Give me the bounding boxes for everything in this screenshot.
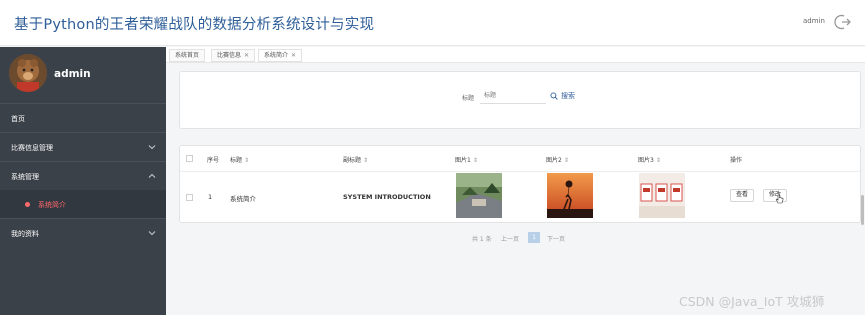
search-button-label: 搜索: [561, 92, 575, 100]
search-panel: 标题 搜索: [179, 71, 861, 129]
sidebar-item-system[interactable]: 系统管理: [0, 161, 166, 190]
sidebar-user-name: admin: [54, 68, 91, 80]
tab-system-home[interactable]: 系统首页: [169, 49, 206, 62]
logout-icon[interactable]: [834, 13, 852, 31]
select-all-checkbox[interactable]: [186, 155, 193, 162]
tab-label: 系统简介: [264, 52, 289, 59]
sidebar-item-home[interactable]: 首页: [0, 103, 166, 132]
active-dot-icon: [25, 202, 30, 207]
column-header-subtitle[interactable]: 副标题 ⇕: [343, 155, 368, 164]
pagination-total: 共 1 条: [472, 236, 492, 243]
tab-system-intro[interactable]: 系统简介 ✕: [258, 49, 303, 62]
view-button[interactable]: 查看: [730, 189, 755, 202]
sort-icon[interactable]: ⇕: [656, 157, 661, 164]
column-header-image1[interactable]: 图片1 ⇕: [455, 155, 478, 164]
scrollbar[interactable]: [861, 195, 864, 225]
sort-icon[interactable]: ⇕: [244, 157, 249, 164]
row-image1-thumbnail[interactable]: [456, 173, 502, 218]
sort-icon[interactable]: ⇕: [363, 157, 368, 164]
row-image3-thumbnail[interactable]: [639, 173, 685, 218]
top-header: 基于Python的王者荣耀战队的数据分析系统设计与实现 admin: [0, 0, 865, 46]
search-button[interactable]: 搜索: [550, 88, 582, 104]
close-icon[interactable]: ✕: [244, 52, 249, 59]
close-icon[interactable]: ✕: [291, 52, 296, 59]
header-divider: [180, 171, 860, 172]
column-header-index: 序号: [207, 157, 220, 164]
sidebar-item-system-intro[interactable]: 系统简介: [0, 190, 166, 218]
row-subtitle: SYSTEM INTRODUCTION: [343, 193, 431, 201]
sidebar-item-label: 比赛信息管理: [11, 144, 53, 152]
pagination-next[interactable]: 下一页: [547, 234, 565, 243]
tab-label: 比赛信息: [217, 52, 242, 59]
pagination-current-page[interactable]: 1: [528, 232, 540, 243]
search-icon: [550, 92, 558, 100]
tab-label: 系统首页: [175, 52, 200, 59]
column-header-image3[interactable]: 图片3 ⇕: [638, 155, 661, 164]
sidebar-item-match-info[interactable]: 比赛信息管理: [0, 132, 166, 161]
avatar: [9, 54, 47, 92]
sort-icon[interactable]: ⇕: [564, 157, 569, 164]
top-user-label[interactable]: admin: [803, 17, 825, 25]
sidebar-item-label: 我的资料: [11, 230, 39, 238]
row-checkbox[interactable]: [186, 194, 193, 201]
data-table: 序号 标题 ⇕ 副标题 ⇕ 图片1 ⇕ 图片2 ⇕ 图片3 ⇕ 操作 1 系统简介 SYS…: [179, 145, 861, 223]
tab-match-info[interactable]: 比赛信息 ✕: [211, 49, 256, 62]
row-title: 系统简介: [230, 195, 256, 203]
watermark-text: CSDN @Java_IoT 攻城狮: [679, 294, 825, 309]
search-label: 标题: [462, 95, 475, 102]
sort-icon[interactable]: ⇕: [473, 157, 478, 164]
chevron-down-icon: [148, 231, 156, 236]
app-title: 基于Python的王者荣耀战队的数据分析系统设计与实现: [14, 17, 375, 33]
row-image2-thumbnail[interactable]: [547, 173, 593, 218]
column-header-actions: 操作: [730, 157, 743, 164]
sidebar-item-label: 首页: [11, 115, 25, 123]
sidebar-item-my-profile[interactable]: 我的资料: [0, 218, 166, 247]
sidebar-item-label: 系统管理: [11, 173, 39, 181]
column-header-title[interactable]: 标题 ⇕: [230, 155, 249, 164]
tab-bar: 系统首页 比赛信息 ✕ 系统简介 ✕: [166, 47, 865, 63]
pagination-prev[interactable]: 上一页: [501, 234, 519, 243]
chevron-up-icon: [148, 173, 156, 178]
hand-cursor-icon: [775, 194, 784, 204]
search-input[interactable]: [480, 88, 546, 104]
row-index: 1: [208, 193, 213, 201]
chevron-down-icon: [148, 145, 156, 150]
column-header-image2[interactable]: 图片2 ⇕: [546, 155, 569, 164]
sidebar: admin 首页 比赛信息管理 系统管理 系统简介 我的资料: [0, 47, 166, 315]
sidebar-item-label: 系统简介: [38, 201, 66, 209]
sidebar-menu: 首页 比赛信息管理 系统管理 系统简介 我的资料: [0, 103, 166, 247]
